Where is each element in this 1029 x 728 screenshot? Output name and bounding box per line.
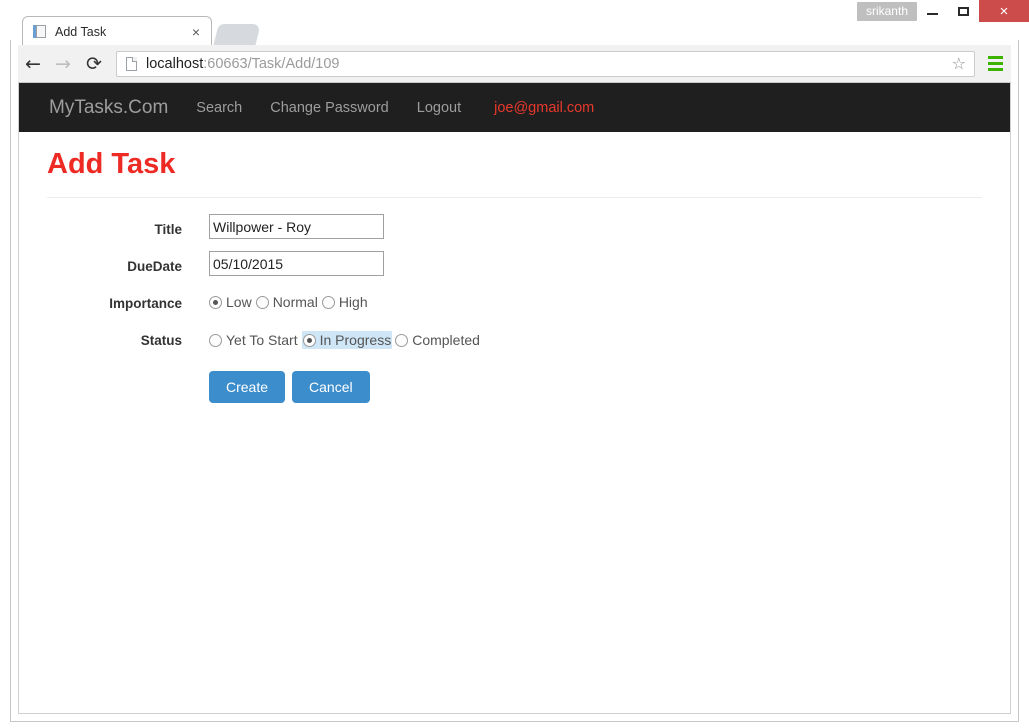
status-option-label: In Progress: [319, 332, 392, 348]
duedate-label: DueDate: [127, 259, 182, 274]
importance-option-label: Low: [226, 294, 252, 310]
title-divider: [47, 197, 982, 198]
radio-icon: [209, 295, 222, 309]
browser-toolbar: ← → ⟳ localhost:60663/Task/Add/109 ☆: [18, 45, 1011, 83]
site-navbar: MyTasks.Com Search Change Password Logou…: [19, 83, 1010, 132]
page-viewport: MyTasks.Com Search Change Password Logou…: [18, 83, 1011, 714]
importance-label: Importance: [109, 296, 182, 311]
url-host: localhost: [146, 55, 204, 72]
bookmark-star-icon[interactable]: ☆: [952, 55, 966, 72]
radio-icon: [255, 295, 269, 309]
add-task-form: Title DueDate Importance Low: [19, 214, 1010, 403]
page-title: Add Task: [47, 148, 176, 180]
status-option-completed[interactable]: Completed: [395, 332, 480, 348]
page-info-icon[interactable]: [126, 56, 137, 71]
status-option-label: Completed: [412, 332, 480, 348]
nav-link-search[interactable]: Search: [196, 100, 242, 116]
importance-option-high[interactable]: High: [321, 294, 368, 310]
reload-icon[interactable]: ⟳: [78, 53, 110, 75]
create-button[interactable]: Create: [209, 371, 286, 403]
actions-spacer: [19, 362, 182, 370]
cancel-button[interactable]: Cancel: [292, 371, 370, 403]
form-row-actions: Create Cancel: [19, 362, 1010, 403]
status-label: Status: [140, 333, 182, 348]
radio-icon: [321, 295, 335, 309]
importance-option-normal[interactable]: Normal: [255, 294, 318, 310]
tab-add-task[interactable]: Add Task ×: [22, 16, 212, 46]
nav-user-email[interactable]: joe@gmail.com: [494, 100, 594, 116]
chrome-menu-icon[interactable]: [983, 55, 1007, 73]
importance-option-low[interactable]: Low: [209, 294, 252, 310]
url-path: :60663/Task/Add/109: [203, 55, 340, 72]
importance-radio-group: Low Normal High: [209, 288, 1010, 310]
title-input[interactable]: [209, 214, 384, 239]
form-row-title: Title: [19, 214, 1010, 251]
status-option-label: Yet To Start: [226, 332, 298, 348]
tab-title: Add Task: [55, 24, 107, 39]
tab-close-icon[interactable]: ×: [192, 25, 200, 39]
tab-strip: Add Task ×: [0, 14, 1029, 46]
radio-icon: [302, 333, 316, 347]
duedate-input[interactable]: [209, 251, 384, 276]
form-row-importance: Importance Low Normal High: [19, 288, 1010, 325]
radio-icon: [209, 333, 222, 347]
status-radio-group: Yet To Start In Progress Completed: [209, 325, 1010, 349]
page-favicon-icon: [33, 24, 48, 39]
address-bar[interactable]: localhost:60663/Task/Add/109 ☆: [116, 50, 975, 77]
importance-option-label: Normal: [272, 294, 318, 310]
new-tab-button[interactable]: [213, 24, 261, 46]
importance-option-label: High: [338, 294, 368, 310]
status-option-in-progress[interactable]: In Progress: [301, 331, 393, 349]
browser-window: srikanth × Add Task × ← → ⟳ localhost:60…: [0, 0, 1029, 728]
form-row-status: Status Yet To Start In Progress Complete…: [19, 325, 1010, 362]
address-bar-text: localhost:60663/Task/Add/109: [146, 56, 339, 72]
nav-link-change-password[interactable]: Change Password: [270, 100, 389, 116]
form-row-duedate: DueDate: [19, 251, 1010, 288]
forward-icon: →: [55, 52, 71, 75]
radio-icon: [395, 333, 409, 347]
status-option-yet-to-start[interactable]: Yet To Start: [209, 332, 298, 348]
title-label: Title: [154, 222, 182, 237]
site-brand[interactable]: MyTasks.Com: [49, 97, 168, 119]
back-icon[interactable]: ←: [18, 54, 48, 74]
nav-link-logout[interactable]: Logout: [417, 100, 461, 116]
